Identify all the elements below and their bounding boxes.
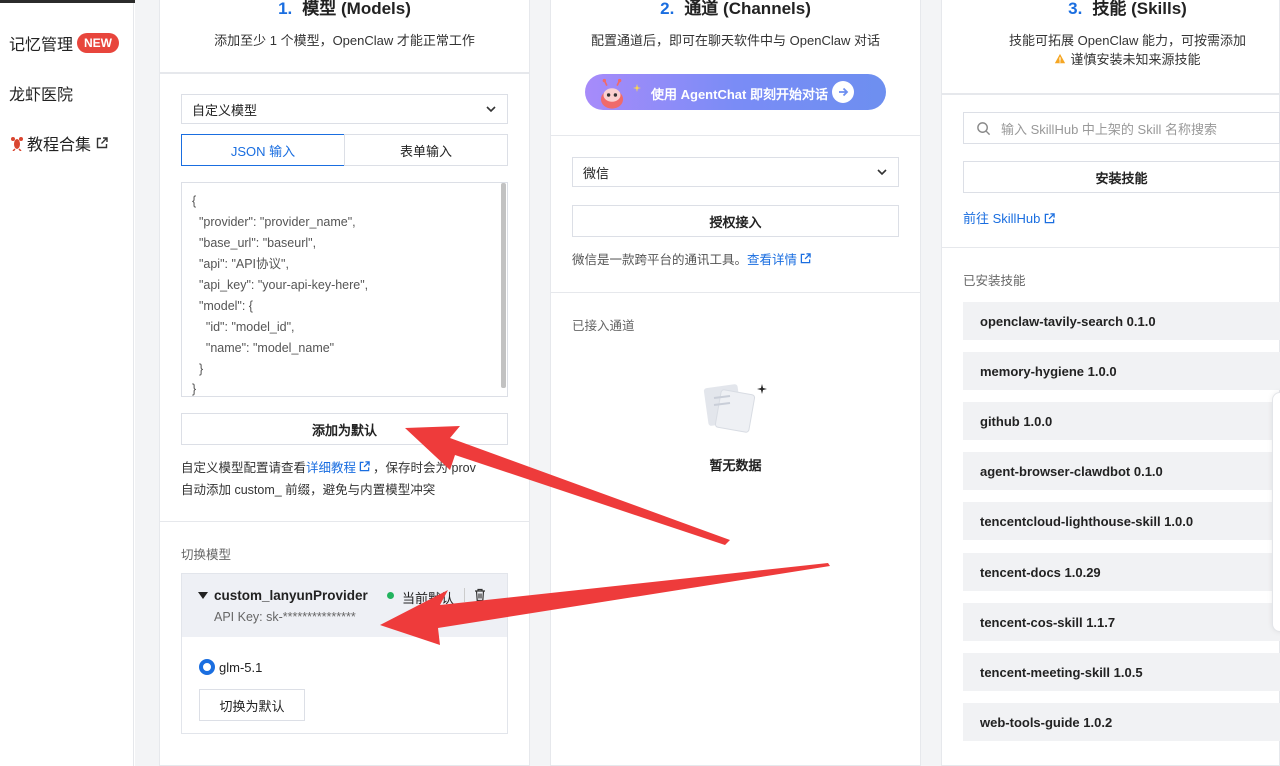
model-option[interactable]: glm-5.1: [199, 659, 262, 675]
arrow-right-icon: [832, 81, 854, 103]
skill-item[interactable]: github 1.0.0: [963, 402, 1280, 440]
model-option-label: glm-5.1: [219, 659, 263, 675]
json-line: "id": "model_id",: [192, 320, 295, 334]
json-line: "model": {: [192, 299, 253, 313]
skills-title: 3. 技能 (Skills): [1068, 0, 1187, 18]
connected-channels-label: 已接入通道: [572, 319, 635, 333]
skill-search-input[interactable]: 输入 SkillHub 中上架的 Skill 名称搜索: [963, 112, 1280, 144]
status-default: 当前默认: [402, 591, 455, 606]
note-text: ，保存时会为 prov: [373, 461, 476, 475]
floating-side-panel[interactable]: [1272, 392, 1280, 632]
json-line: }: [192, 362, 204, 376]
models-subtitle: 添加至少 1 个模型，OpenClaw 才能正常工作: [214, 33, 475, 48]
switch-default-button[interactable]: 切换为默认: [199, 689, 305, 721]
json-line: {: [192, 194, 197, 208]
skill-item[interactable]: web-tools-guide 1.0.2: [963, 703, 1280, 741]
channels-title: 2. 通道 (Channels): [660, 0, 811, 18]
skill-item[interactable]: openclaw-tavily-search 0.1.0: [963, 302, 1280, 340]
skill-item[interactable]: tencent-docs 1.0.29: [963, 553, 1280, 591]
chevron-down-icon: [486, 106, 496, 113]
json-line: }: [192, 382, 197, 396]
desc-text: 微信是一款跨平台的通讯工具。: [572, 253, 748, 267]
empty-data-icon: [703, 384, 767, 433]
external-link-icon: [800, 253, 811, 264]
sidebar: 记忆管理 NEW 龙虾医院 教程合集: [0, 3, 134, 766]
json-line: "base_url": "baseurl",: [192, 236, 317, 250]
json-line: "name": "model_name": [192, 341, 335, 355]
authorize-button[interactable]: 授权接入: [572, 205, 899, 237]
models-note: 自定义模型配置请查看详细教程 ，保存时会为 prov 自动添加 custom_ 前…: [181, 457, 521, 501]
robot-mascot-icon: [600, 78, 624, 109]
json-editor[interactable]: { "provider": "provider_name", "base_url…: [181, 182, 508, 397]
installed-skills-label: 已安装技能: [963, 274, 1026, 288]
select-value: 自定义模型: [192, 102, 258, 118]
sidebar-item-tutorials[interactable]: 教程合集: [9, 131, 108, 155]
skills-header-card: 3. 技能 (Skills) 技能可拓展 OpenClaw 能力，可按需添加 谨慎…: [941, 0, 1280, 94]
status-dot: [387, 592, 394, 599]
json-line: "api_key": "your-api-key-here",: [192, 278, 369, 292]
channels-subtitle: 配置通道后，即可在聊天软件中与 OpenClaw 对话: [591, 33, 880, 48]
search-placeholder: 输入 SkillHub 中上架的 Skill 名称搜索: [1001, 121, 1217, 137]
provider-item[interactable]: custom_lanyunProvider API Key: sk-******…: [181, 573, 508, 638]
skillhub-link-label: 前往 SkillHub: [963, 211, 1041, 226]
connected-channels-card: [550, 292, 921, 766]
chevron-down-icon: [877, 169, 887, 176]
tab-form-input[interactable]: 表单输入: [344, 134, 508, 166]
radio-selected-icon[interactable]: [199, 659, 215, 675]
skillhub-link[interactable]: 前往 SkillHub: [963, 208, 1056, 227]
lobster-icon: [11, 137, 23, 151]
sidebar-item-memory[interactable]: 记忆管理 NEW: [9, 31, 120, 55]
json-scrollbar[interactable]: [501, 183, 506, 388]
sparkle-icon: [633, 84, 641, 92]
external-link-icon: [1045, 213, 1056, 224]
json-line: "provider": "provider_name",: [192, 215, 356, 229]
skill-item[interactable]: tencent-cos-skill 1.1.7: [963, 603, 1280, 641]
skills-warning: 谨慎安装未知来源技能: [942, 49, 1280, 68]
switch-model-label: 切换模型: [181, 548, 232, 562]
add-default-button[interactable]: 添加为默认: [181, 413, 508, 445]
search-icon: [977, 121, 991, 135]
tutorial-link[interactable]: 详细教程: [306, 461, 356, 475]
skill-item[interactable]: tencentcloud-lighthouse-skill 1.0.0: [963, 502, 1280, 540]
provider-name: custom_lanyunProvider: [214, 588, 368, 603]
install-skill-button[interactable]: 安装技能: [963, 161, 1280, 193]
new-badge: NEW: [77, 33, 120, 53]
trash-icon[interactable]: [473, 588, 487, 602]
channel-desc: 微信是一款跨平台的通讯工具。查看详情: [572, 249, 811, 271]
skill-item[interactable]: tencent-meeting-skill 1.0.5: [963, 653, 1280, 691]
models-header-card: 1. 模型 (Models) 添加至少 1 个模型，OpenClaw 才能正常工作: [159, 0, 530, 73]
empty-data-text: 暂无数据: [709, 458, 762, 473]
note-text: 自定义模型配置请查看: [181, 461, 307, 475]
caret-down-icon[interactable]: [198, 591, 208, 601]
channels-header-card: 2. 通道 (Channels) 配置通道后，即可在聊天软件中与 OpenClaw…: [550, 0, 921, 136]
skill-item[interactable]: agent-browser-clawdbot 0.1.0: [963, 452, 1280, 490]
sidebar-item-lobster-hospital[interactable]: 龙虾医院: [9, 81, 73, 105]
warning-text: 谨慎安装未知来源技能: [1070, 52, 1201, 67]
external-link-icon: [359, 461, 370, 472]
json-line: "api": "API协议",: [192, 257, 289, 271]
divider: [464, 588, 465, 602]
provider-api-key: API Key: sk-***************: [214, 610, 356, 624]
skills-subtitle: 技能可拓展 OpenClaw 能力，可按需添加: [1009, 33, 1246, 48]
tab-json-input[interactable]: JSON 输入: [181, 134, 345, 166]
banner-text: 使用 AgentChat 即刻开始对话: [651, 87, 828, 102]
details-link[interactable]: 查看详情: [747, 253, 797, 267]
model-list: glm-5.1 切换为默认: [181, 637, 508, 734]
agentchat-banner[interactable]: 使用 AgentChat 即刻开始对话: [585, 74, 886, 110]
warning-icon: [1055, 53, 1066, 64]
channel-select[interactable]: 微信: [572, 157, 899, 187]
sidebar-item-label: 龙虾医院: [9, 87, 74, 104]
select-value: 微信: [583, 165, 610, 181]
model-type-select[interactable]: 自定义模型: [181, 94, 508, 124]
skill-item[interactable]: memory-hygiene 1.0.0: [963, 352, 1280, 390]
sidebar-item-label: 记忆管理: [9, 37, 74, 54]
note-text: 自动添加 custom_ 前缀，避免与内置模型冲突: [181, 483, 436, 497]
sidebar-item-label: 教程合集: [27, 137, 92, 154]
external-link-icon: [96, 137, 108, 149]
models-title: 1. 模型 (Models): [278, 0, 411, 18]
